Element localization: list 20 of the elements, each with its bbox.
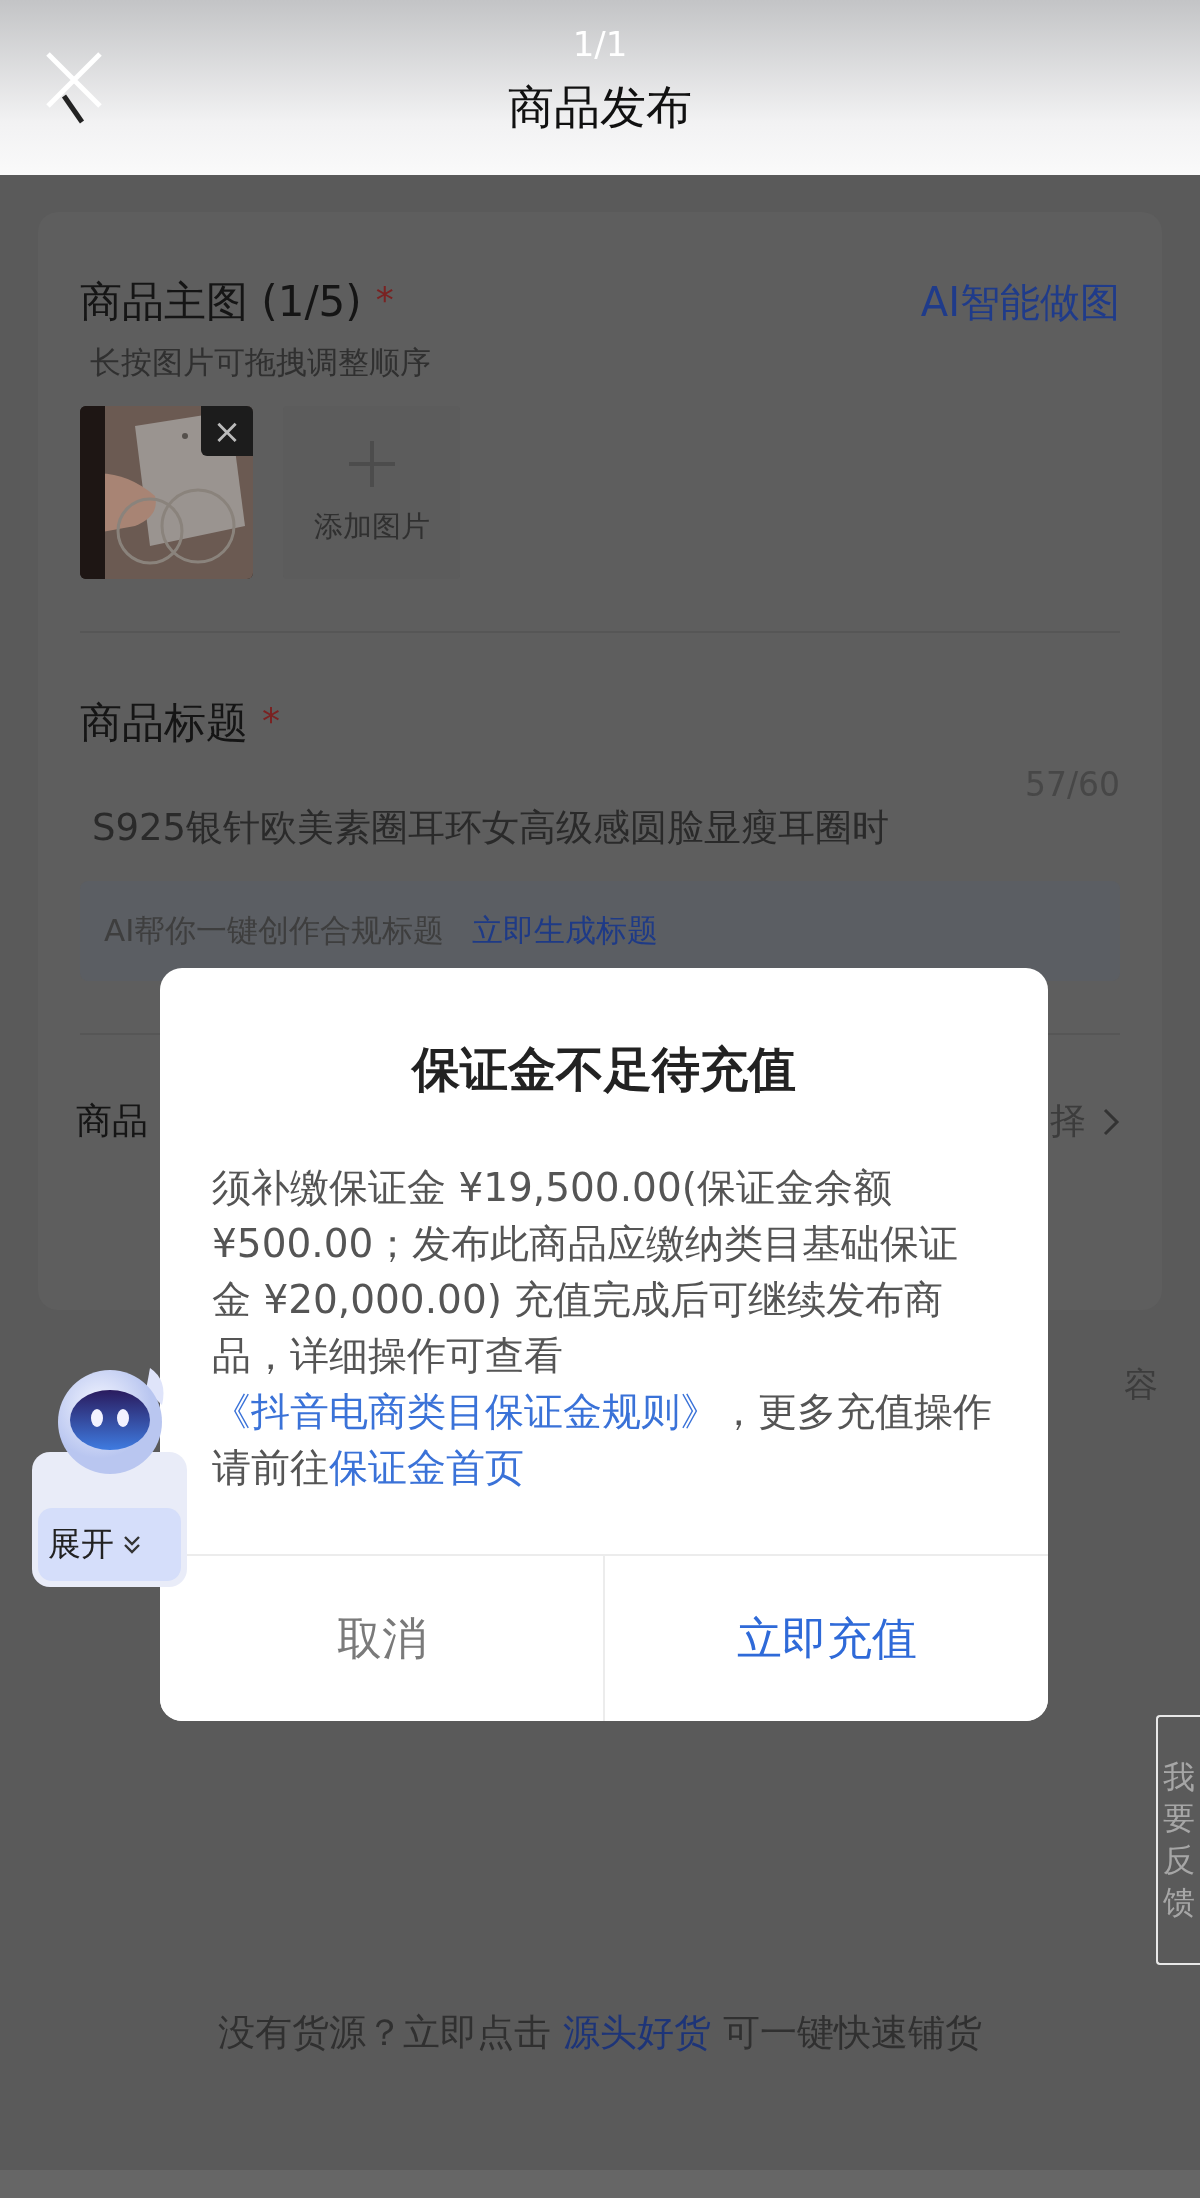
double-chevron-icon	[122, 1533, 142, 1556]
feedback-button[interactable]: 我要反馈	[1156, 1715, 1200, 1965]
rules-link[interactable]: 《抖音电商类目保证金规则》	[212, 1389, 719, 1434]
section-label: 商品主图 (1/5)	[80, 276, 362, 328]
required-mark: *	[262, 699, 280, 741]
required-mark: *	[375, 278, 394, 320]
close-icon[interactable]	[44, 50, 104, 110]
rules-link[interactable]: 保证金首页	[329, 1445, 524, 1490]
source-goods-link[interactable]: 源头好货	[563, 2011, 711, 2054]
generate-title-link[interactable]: 立即生成标题	[472, 910, 659, 952]
dialog-message: 须补缴保证金 ¥19,500.00(保证金余额 ¥500.00；发布此商品应缴纳类目基础保证金 ¥20,000.00) 充值完成后可继续发布商品，详细操作可查看 《抖音电商类目保证金规则》，更多充值操作请前往保证金首页	[212, 1164, 993, 1492]
expand-button[interactable]: 展开	[38, 1508, 181, 1581]
cancel-button[interactable]: 取消	[160, 1556, 605, 1721]
ai-image-link[interactable]: AI智能做图	[920, 274, 1120, 330]
page-title: 商品发布	[508, 78, 692, 136]
remove-button[interactable]: ×	[201, 406, 253, 456]
section-label: 商品标题	[80, 697, 248, 749]
dialog-title: 保证金不足待充值	[410, 1040, 797, 1099]
chevron-right-icon	[1102, 1106, 1120, 1137]
section-label: 商品	[76, 1099, 148, 1143]
